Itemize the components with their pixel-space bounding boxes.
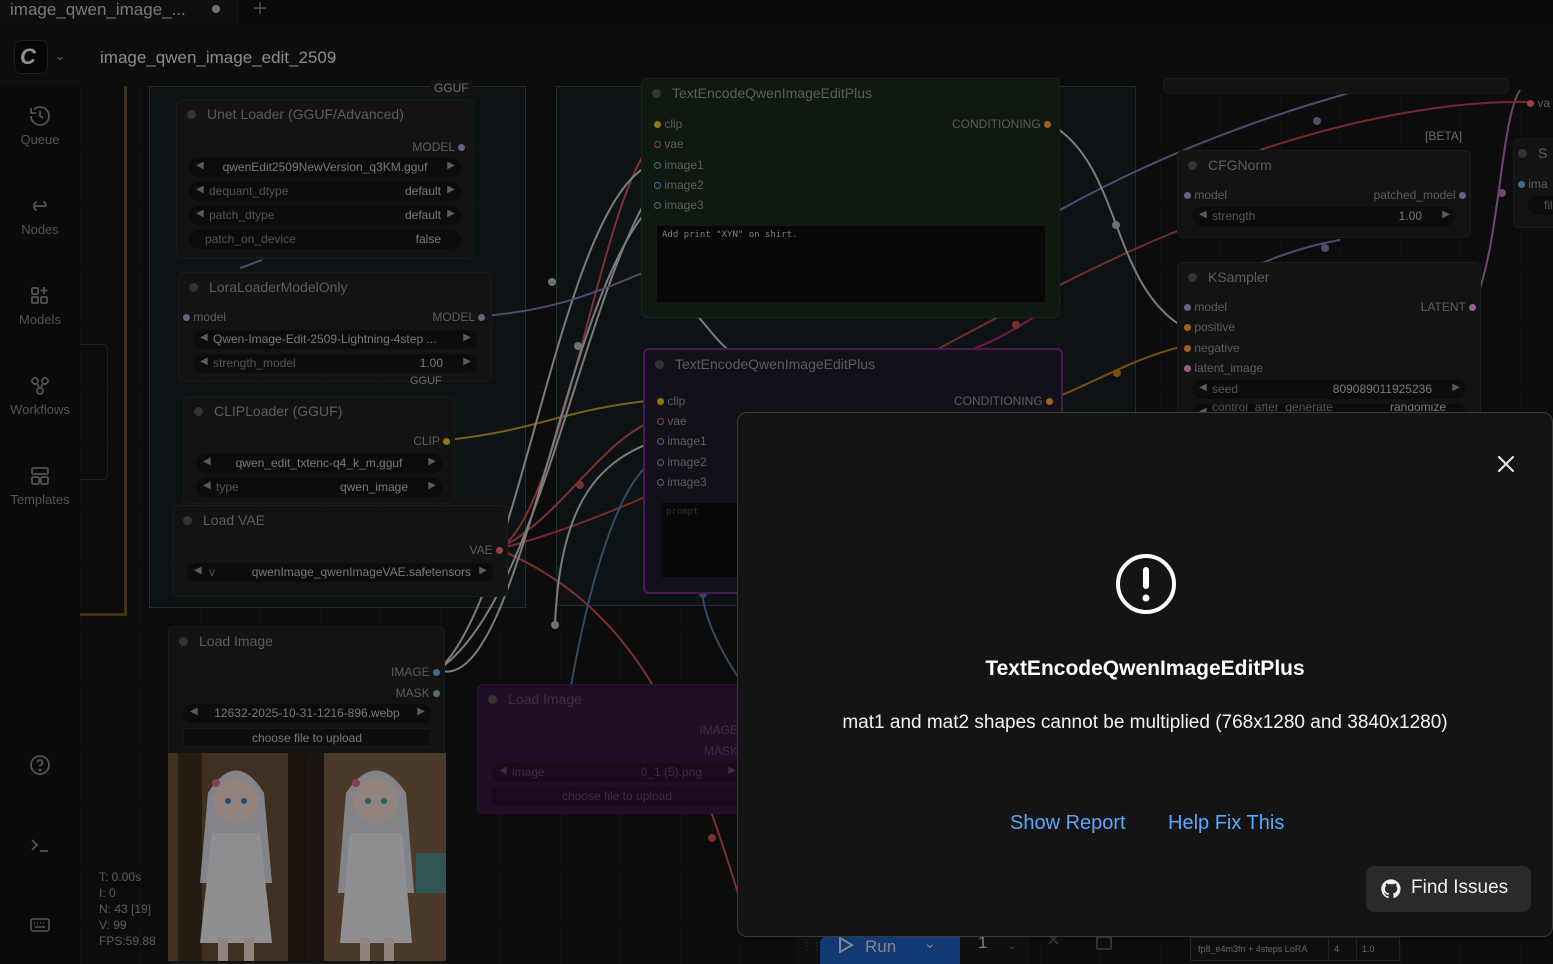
error-message: mat1 and mat2 shapes cannot be multiplie… [842, 712, 1448, 733]
error-dialog: TextEncodeQwenImageEditPlus mat1 and mat… [737, 412, 1553, 937]
app-root: image_qwen_image_... + C ⌄ image_qwen_im… [0, 0, 1553, 964]
find-issues-button[interactable]: Find Issues [1366, 866, 1531, 912]
show-report-link[interactable]: Show Report [1010, 812, 1126, 835]
help-fix-link[interactable]: Help Fix This [1168, 812, 1284, 835]
github-icon [1381, 879, 1401, 899]
close-icon[interactable] [1492, 450, 1520, 478]
exclamation-circle-icon [1116, 554, 1176, 614]
error-node-title: TextEncodeQwenImageEditPlus [985, 657, 1305, 680]
find-issues-label: Find Issues [1411, 877, 1509, 898]
